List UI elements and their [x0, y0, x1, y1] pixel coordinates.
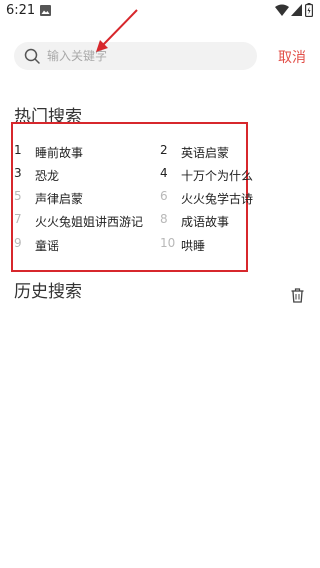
search-icon — [24, 48, 40, 64]
hot-search-label: 火火兔学古诗 — [181, 192, 254, 206]
hot-search-rank: 8 — [160, 212, 168, 226]
hot-search-item[interactable]: 7 火火兔姐姐讲西游记 — [14, 212, 154, 232]
hot-search-rank: 9 — [14, 236, 22, 250]
status-time: 6:21 — [6, 3, 36, 18]
hot-search-item[interactable]: 3 恐龙 — [14, 166, 144, 186]
status-bar: 6:21 — [0, 0, 320, 24]
hot-search-rank: 10 — [160, 236, 176, 250]
hot-search-label: 声律启蒙 — [35, 192, 84, 206]
hot-search-item[interactable]: 1 睡前故事 — [14, 143, 144, 163]
annotation-arrow — [96, 9, 138, 52]
hot-search-label: 哄睡 — [181, 239, 206, 253]
hot-search-label: 恐龙 — [35, 169, 60, 183]
search-page: 6:21 取消 热门搜索 1 睡前故事 — [0, 0, 320, 568]
history-search-title: 历史搜索 — [14, 282, 82, 302]
search-input[interactable] — [47, 46, 247, 66]
hot-search-item[interactable]: 8 成语故事 — [160, 212, 248, 232]
hot-search-label: 火火兔姐姐讲西游记 — [35, 215, 144, 229]
hot-search-item[interactable]: 9 童谣 — [14, 236, 144, 256]
hot-search-rank: 1 — [14, 143, 22, 157]
hot-search-item[interactable]: 6 火火兔学古诗 — [160, 189, 253, 209]
hot-search-item[interactable]: 10 哄睡 — [160, 236, 248, 256]
signal-icon — [291, 4, 302, 16]
hot-search-rank: 3 — [14, 166, 22, 180]
trash-icon[interactable] — [291, 288, 304, 303]
hot-search-label: 成语故事 — [181, 215, 230, 229]
hot-search-label: 睡前故事 — [35, 146, 84, 160]
hot-search-rank: 6 — [160, 189, 168, 203]
wifi-icon — [275, 4, 289, 16]
cancel-button[interactable]: 取消 — [278, 47, 306, 67]
hot-search-rank: 7 — [14, 212, 22, 226]
gallery-icon — [40, 5, 51, 16]
battery-icon — [305, 3, 313, 17]
hot-search-label: 十万个为什么 — [181, 169, 254, 183]
hot-search-item[interactable]: 4 十万个为什么 — [160, 166, 253, 186]
hot-search-rank: 5 — [14, 189, 22, 203]
hot-search-rank: 2 — [160, 143, 168, 157]
hot-search-rank: 4 — [160, 166, 168, 180]
hot-search-item[interactable]: 5 声律启蒙 — [14, 189, 144, 209]
hot-search-label: 童谣 — [35, 239, 60, 253]
hot-search-label: 英语启蒙 — [181, 146, 230, 160]
hot-search-item[interactable]: 2 英语启蒙 — [160, 143, 248, 163]
